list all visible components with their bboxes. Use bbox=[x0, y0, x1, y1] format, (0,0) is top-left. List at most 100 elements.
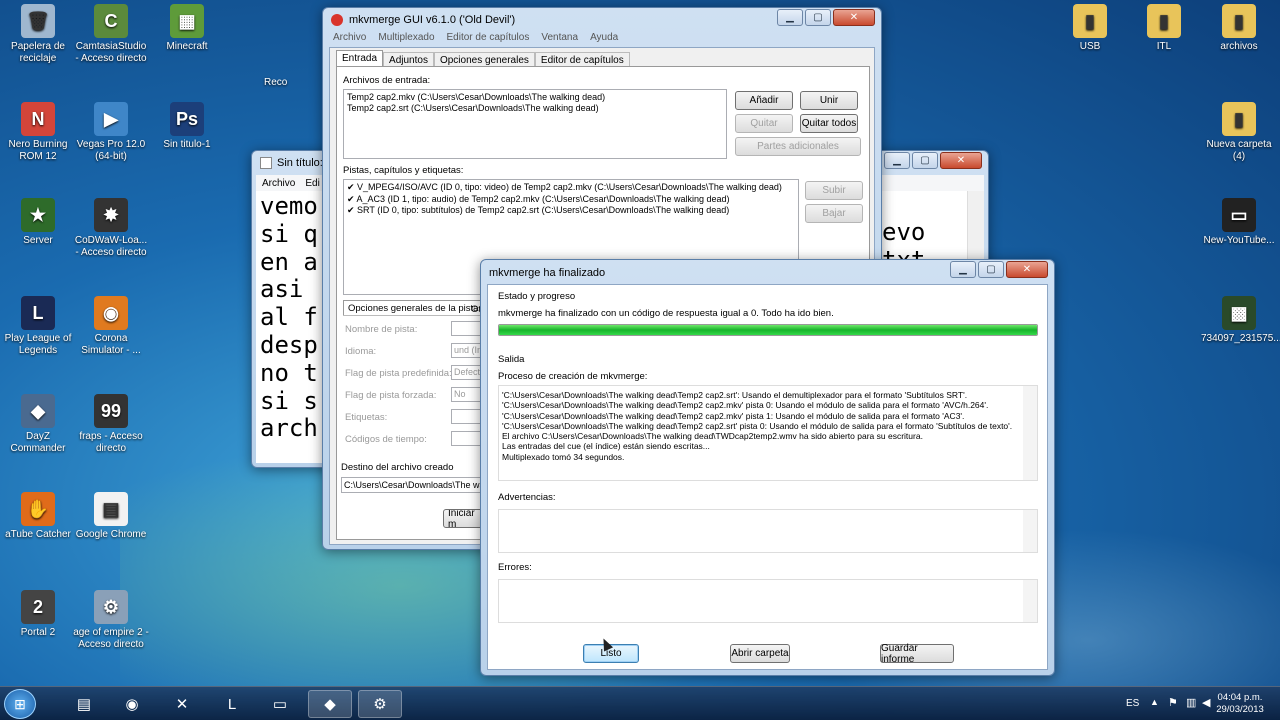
mkvmerge-finished-dialog[interactable]: mkvmerge ha finalizado ▁ ▢ ✕ Estado y pr… bbox=[480, 259, 1055, 676]
track-name-label: Nombre de pista: bbox=[345, 324, 418, 335]
forced-flag-select[interactable]: No bbox=[451, 387, 481, 402]
notepad-line: al f bbox=[260, 303, 318, 332]
desktop-icon[interactable]: C CamtasiaStudio - Acceso directo bbox=[73, 4, 149, 65]
desktop-icon[interactable]: ▮ USB bbox=[1052, 4, 1128, 53]
notepad-menu-archivo[interactable]: Archivo bbox=[262, 178, 295, 189]
tags-field[interactable] bbox=[451, 409, 481, 424]
down-button[interactable]: Bajar bbox=[805, 204, 863, 223]
menu-ventana[interactable]: Ventana bbox=[541, 32, 578, 46]
language-indicator[interactable]: ES bbox=[1126, 698, 1139, 709]
process-log[interactable]: 'C:\Users\Cesar\Downloads\The walking de… bbox=[498, 385, 1038, 481]
desktop-icon[interactable]: ▭ New-YouTube... bbox=[1201, 198, 1277, 247]
desktop-icon[interactable]: ▤ Google Chrome bbox=[73, 492, 149, 541]
taskbar-app-button[interactable]: ◆ bbox=[308, 690, 352, 718]
flag-icon[interactable]: ⚑ bbox=[1168, 696, 1178, 709]
up-button[interactable]: Subir bbox=[805, 181, 863, 200]
start-muxing-button[interactable]: Iniciar m bbox=[443, 509, 485, 528]
desktop-icon[interactable]: ▮ ITL bbox=[1126, 4, 1202, 53]
notepad-text-area[interactable]: vemo si q en a asi al f desp no t si s arch bbox=[260, 192, 318, 443]
close-button[interactable]: ✕ bbox=[940, 152, 982, 169]
add-button[interactable]: Añadir bbox=[735, 91, 793, 110]
network-icon[interactable]: ▥ bbox=[1186, 696, 1196, 709]
maximize-button[interactable]: ▢ bbox=[978, 261, 1004, 278]
track-name-field[interactable] bbox=[451, 321, 481, 336]
taskbar-app-button[interactable]: ▤ bbox=[62, 690, 106, 718]
track-row[interactable]: ✔ V_MPEG4/ISO/AVC (ID 0, tipo: video) de… bbox=[347, 182, 795, 194]
desktop-icon[interactable]: 99 fraps - Acceso directo bbox=[73, 394, 149, 455]
list-item[interactable]: Temp2 cap2.srt (C:\Users\Cesar\Downloads… bbox=[347, 103, 723, 114]
close-button[interactable]: ✕ bbox=[1006, 261, 1048, 278]
minimize-button[interactable]: ▁ bbox=[884, 152, 910, 169]
warnings-box[interactable] bbox=[498, 509, 1038, 553]
errors-box[interactable] bbox=[498, 579, 1038, 623]
desktop-icon[interactable]: ▶ Vegas Pro 12.0 (64-bit) bbox=[73, 102, 149, 163]
desktop-icon[interactable]: L Play League of Legends bbox=[0, 296, 76, 357]
menu-ayuda[interactable]: Ayuda bbox=[590, 32, 618, 46]
desktop-icon[interactable]: ◆ DayZ Commander bbox=[0, 394, 76, 455]
append-button[interactable]: Unir bbox=[800, 91, 858, 110]
taskbar-app-button[interactable]: ✕ bbox=[160, 690, 204, 718]
minimize-button[interactable]: ▁ bbox=[950, 261, 976, 278]
menu-multiplexado[interactable]: Multiplexado bbox=[378, 32, 434, 46]
track-row[interactable]: ✔ SRT (ID 0, tipo: subtítulos) de Temp2 … bbox=[347, 205, 795, 217]
start-button[interactable]: ⊞ bbox=[4, 689, 36, 719]
desktop-icon[interactable]: ▩ 734097_231575... bbox=[1201, 296, 1280, 345]
desktop-icon[interactable]: N Nero Burning ROM 12 bbox=[0, 102, 76, 163]
show-hidden-icons-icon[interactable]: ▲ bbox=[1150, 697, 1159, 707]
desktop-icon[interactable]: ⚙ age of empire 2 - Acceso directo bbox=[73, 590, 149, 651]
timecodes-label: Códigos de tiempo: bbox=[345, 434, 427, 445]
input-files-list[interactable]: Temp2 cap2.mkv (C:\Users\Cesar\Downloads… bbox=[343, 89, 727, 159]
remove-button[interactable]: Quitar bbox=[735, 114, 793, 133]
minimize-button[interactable]: ▁ bbox=[777, 9, 803, 26]
status-label: Estado y progreso bbox=[498, 291, 576, 302]
desktop-icon[interactable]: ✋ aTube Catcher bbox=[0, 492, 76, 541]
errors-scrollbar[interactable] bbox=[1023, 580, 1037, 622]
log-line: 'C:\Users\Cesar\Downloads\The walking de… bbox=[502, 400, 989, 411]
warnings-scrollbar[interactable] bbox=[1023, 510, 1037, 552]
maximize-button[interactable]: ▢ bbox=[805, 9, 831, 26]
save-report-button[interactable]: Guardar informe bbox=[880, 643, 954, 665]
maximize-button[interactable]: ▢ bbox=[912, 152, 938, 169]
timecodes-field[interactable] bbox=[451, 431, 481, 446]
track-options-tab[interactable]: Opciones generales de la pista bbox=[343, 300, 484, 316]
desktop-icon-label: New-YouTube... bbox=[1203, 235, 1275, 246]
taskbar-app-button[interactable]: L bbox=[210, 690, 254, 718]
desktop-icon[interactable]: 🗑 Papelera de reciclaje bbox=[0, 4, 76, 65]
desktop-icon[interactable]: 2 Portal 2 bbox=[0, 590, 76, 639]
checkbox-icon[interactable]: ✔ bbox=[347, 194, 357, 204]
volume-icon[interactable]: ◀ bbox=[1202, 696, 1210, 709]
desktop-icon[interactable]: ✸ CoDWaW-Loa... - Acceso directo bbox=[73, 198, 149, 259]
checkbox-icon[interactable]: ✔ bbox=[347, 182, 357, 192]
notepad-menu-edicion[interactable]: Edi bbox=[305, 178, 319, 189]
log-scrollbar[interactable] bbox=[1023, 386, 1037, 480]
desktop-icon[interactable]: Ps Sin titulo-1 bbox=[149, 102, 225, 151]
desktop-icon[interactable]: ▦ Minecraft bbox=[149, 4, 225, 53]
list-item[interactable]: Temp2 cap2.mkv (C:\Users\Cesar\Downloads… bbox=[347, 92, 723, 103]
additional-parts-button[interactable]: Partes adicionales bbox=[735, 137, 861, 156]
notepad-line: asi bbox=[260, 275, 304, 304]
progress-fill bbox=[499, 325, 1037, 335]
taskbar-app-button[interactable]: ◉ bbox=[110, 690, 154, 718]
track-row[interactable]: ✔ A_AC3 (ID 1, tipo: audio) de Temp2 cap… bbox=[347, 194, 795, 206]
remove-all-button[interactable]: Quitar todos bbox=[800, 114, 858, 133]
menu-editor-capitulos[interactable]: Editor de capítulos bbox=[447, 32, 530, 46]
taskbar-app-button[interactable]: ⚙ bbox=[358, 690, 402, 718]
destination-field[interactable]: C:\Users\Cesar\Downloads\The walki bbox=[341, 477, 483, 493]
notepad-icon bbox=[260, 157, 272, 169]
default-flag-select[interactable]: Defect bbox=[451, 365, 481, 380]
desktop-icon-label: Portal 2 bbox=[20, 627, 56, 638]
desktop-icon[interactable]: ▮ archivos bbox=[1201, 4, 1277, 53]
language-select[interactable]: und (Ind bbox=[451, 343, 481, 358]
desktop-icon[interactable]: ▮ Nueva carpeta (4) bbox=[1201, 102, 1277, 163]
clock[interactable]: 04:04 p.m. 29/03/2013 bbox=[1212, 692, 1268, 716]
log-line: 'C:\Users\Cesar\Downloads\The walking de… bbox=[502, 390, 968, 400]
close-button[interactable]: ✕ bbox=[833, 9, 875, 26]
menu-archivo[interactable]: Archivo bbox=[333, 32, 366, 46]
desktop-icon-label: Server bbox=[23, 235, 53, 246]
checkbox-icon[interactable]: ✔ bbox=[347, 205, 357, 215]
desktop-icon[interactable]: Reco bbox=[264, 40, 294, 89]
desktop-icon[interactable]: ★ Server bbox=[0, 198, 76, 247]
taskbar-app-button[interactable]: ▭ bbox=[258, 690, 302, 718]
open-folder-button[interactable]: Abrir carpeta bbox=[730, 644, 790, 663]
desktop-icon[interactable]: ◉ Corona Simulator - ... bbox=[73, 296, 149, 357]
